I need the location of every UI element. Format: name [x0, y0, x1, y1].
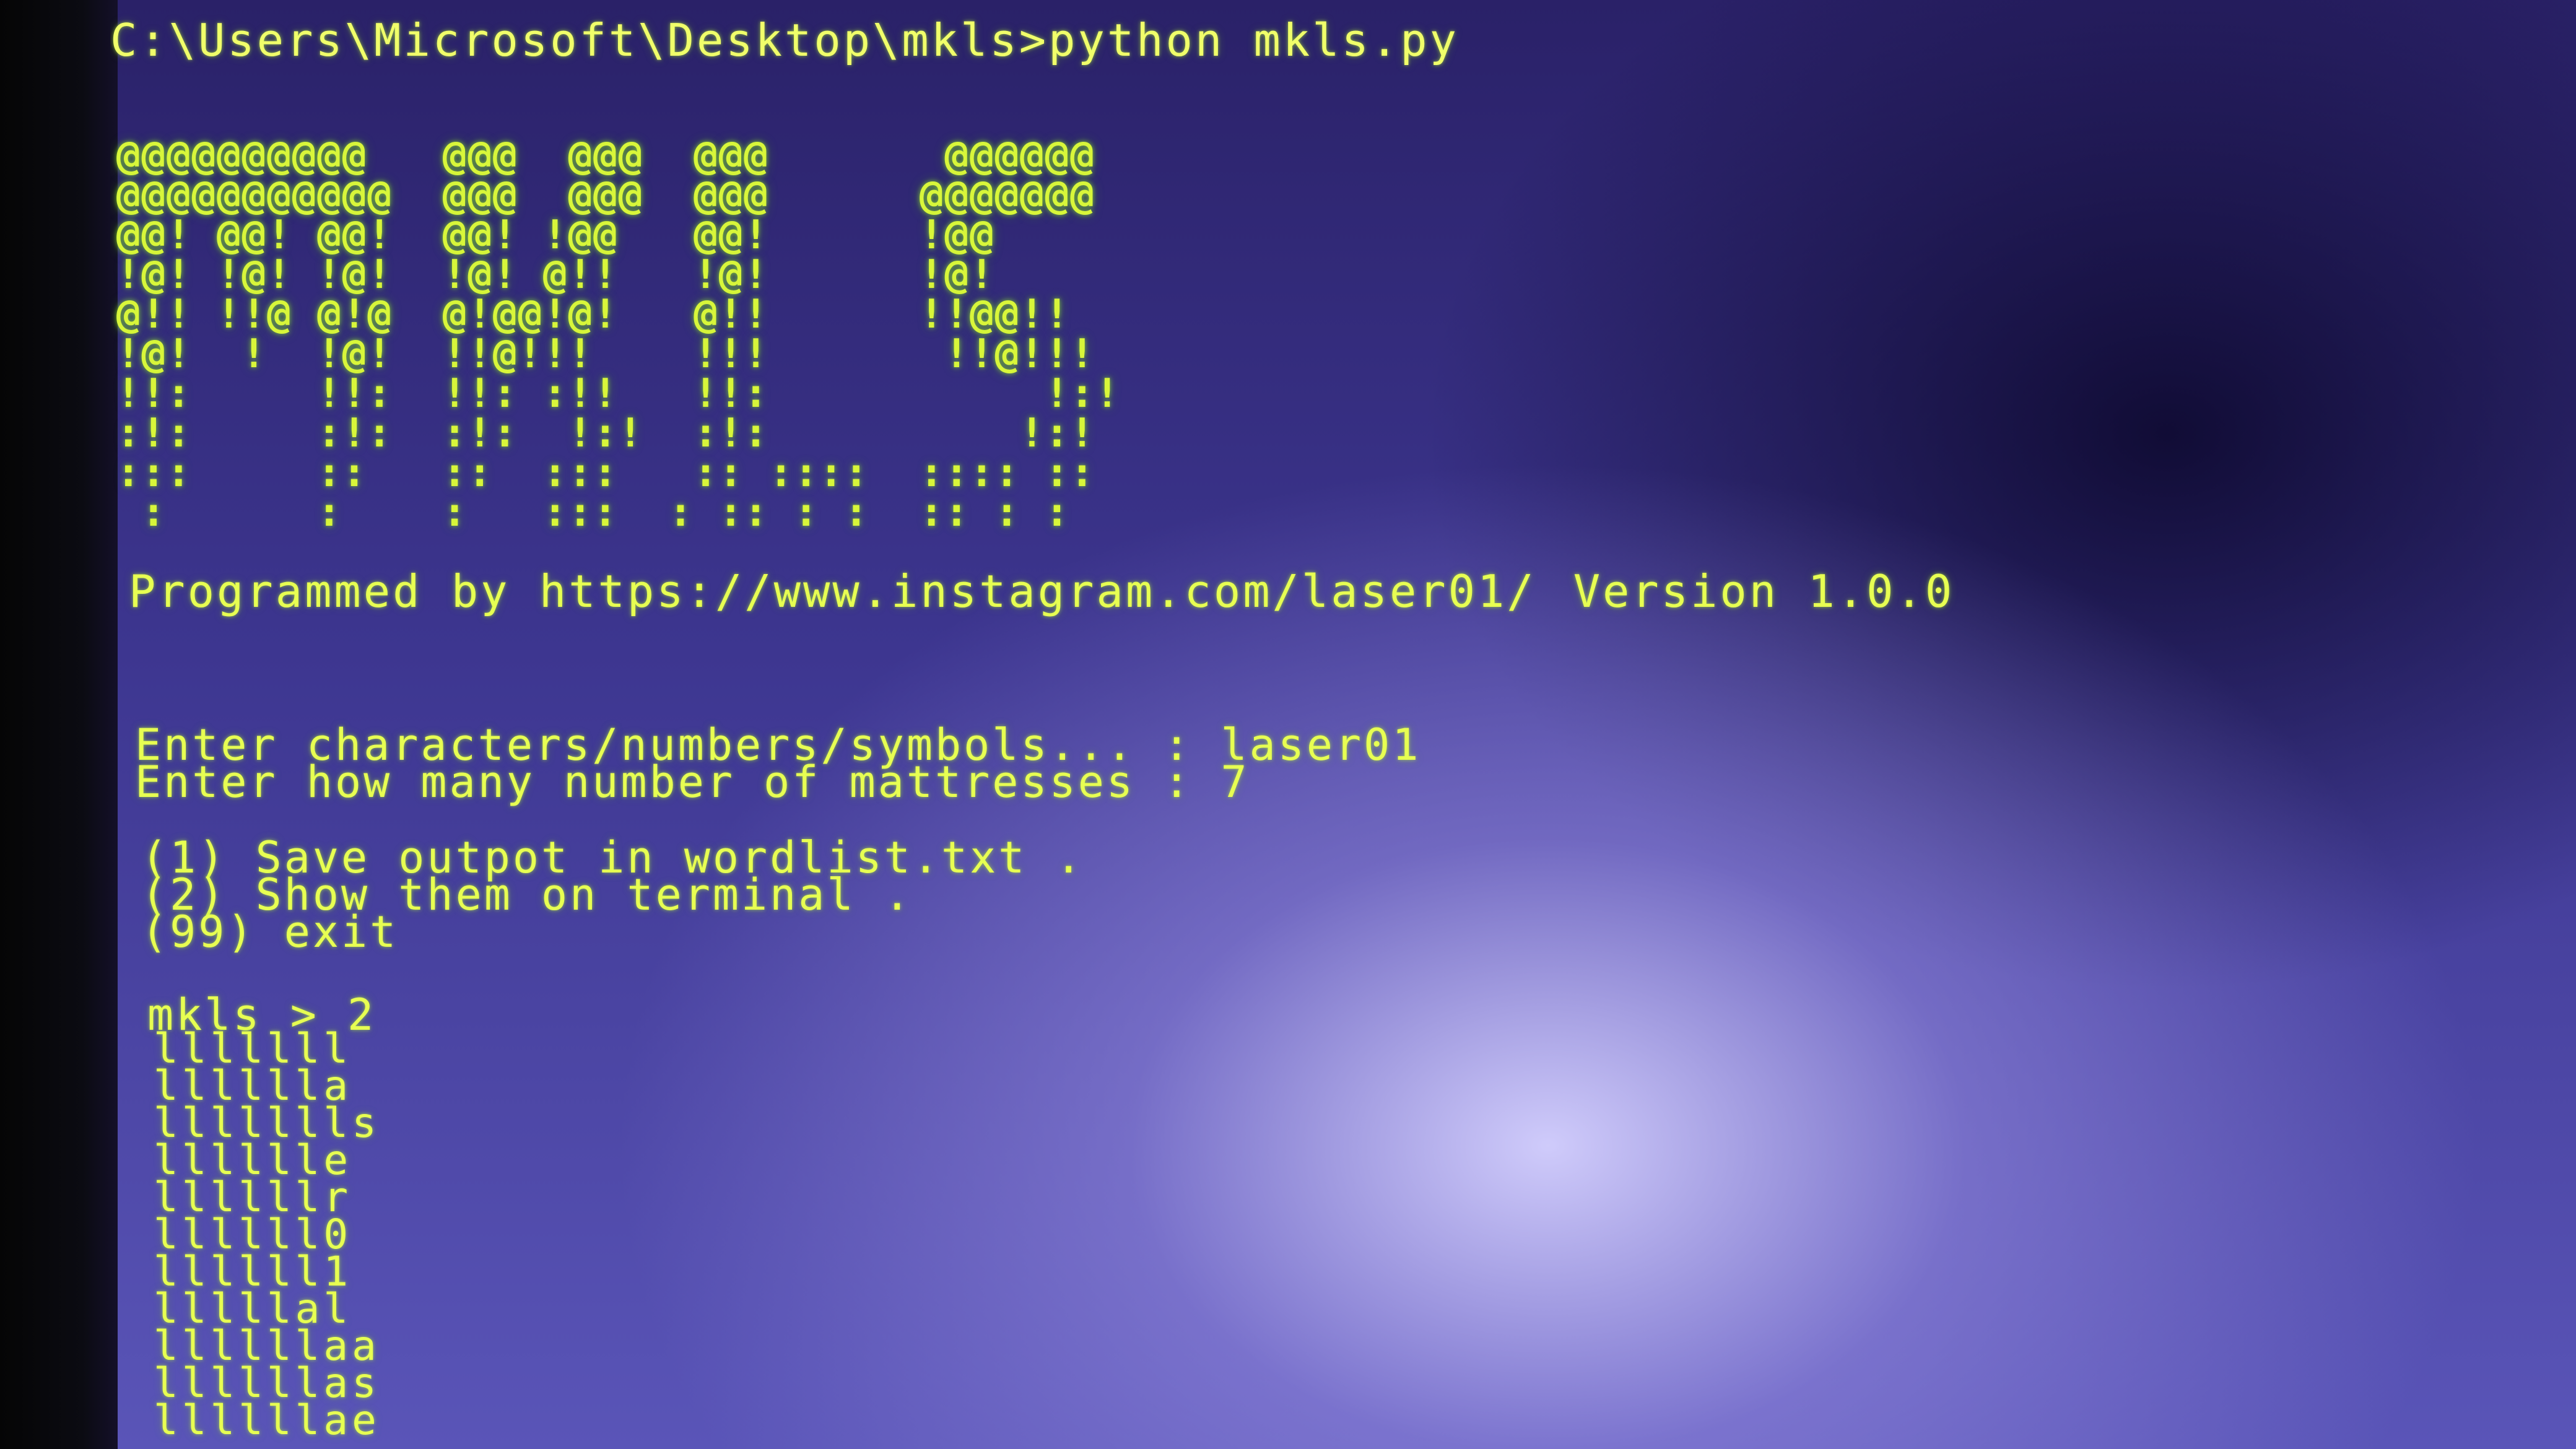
credit-line: Programmed by https://www.instagram.com/…: [129, 569, 1954, 614]
input-count-prompt: Enter how many number of mattresses : 7: [135, 757, 1250, 807]
credit-text: Programmed by https://www.instagram.com/…: [129, 565, 1536, 617]
monitor-bezel: [0, 0, 118, 1449]
output-line: llllllae: [154, 1396, 380, 1444]
ascii-banner: @@@@@@@@@@ @@@ @@@ @@@ @@@@@@ @@@@@@@@@@…: [116, 133, 1121, 536]
version-text: Version 1.0.0: [1573, 565, 1955, 617]
wordlist-output: lllllll lllllla llllllls lllllle llllllr…: [154, 1029, 380, 1444]
terminal-window[interactable]: C:\Users\Microsoft\Desktop\mkls>python m…: [110, 0, 2525, 1449]
command-line: C:\Users\Microsoft\Desktop\mkls>python m…: [110, 14, 1459, 66]
menu-option-exit: (99) exit: [141, 907, 399, 957]
